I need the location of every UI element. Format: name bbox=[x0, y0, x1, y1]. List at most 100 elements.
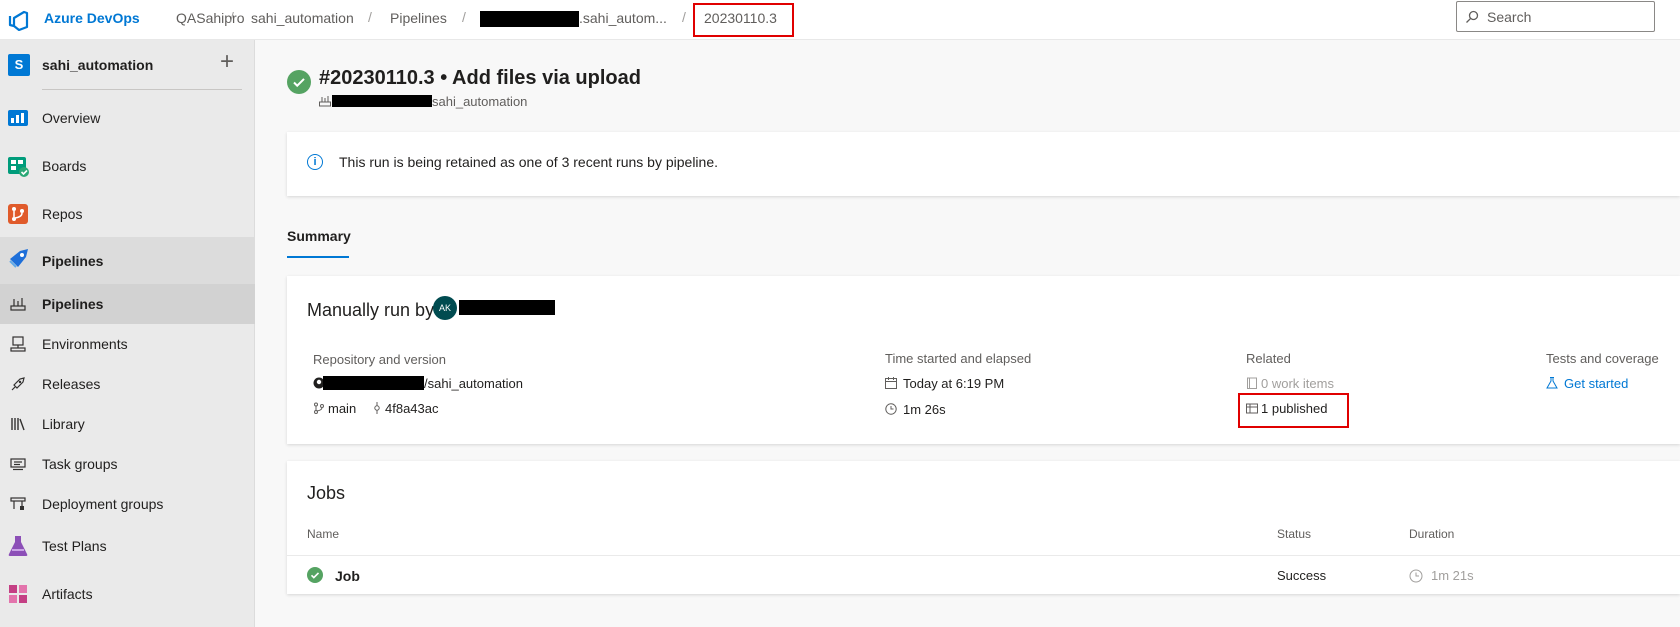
sidebar-item-pipelines[interactable]: Pipelines bbox=[0, 237, 255, 284]
environments-icon bbox=[10, 336, 26, 352]
brand-name[interactable]: Azure DevOps bbox=[44, 10, 140, 26]
breadcrumb-pipelines[interactable]: Pipelines bbox=[390, 10, 447, 26]
sidebar-item-releases[interactable]: Releases bbox=[0, 364, 255, 404]
repository-name[interactable]: /sahi_automation bbox=[424, 376, 523, 391]
breadcrumb-separator: / bbox=[368, 9, 372, 25]
related-header: Related bbox=[1246, 351, 1291, 366]
redacted-pipeline-name bbox=[332, 95, 432, 107]
manual-run-heading: Manually run by bbox=[307, 300, 435, 320]
run-title: #20230110.3 • Add files via upload bbox=[319, 67, 641, 89]
sidebar-item-artifacts[interactable]: Artifacts bbox=[0, 572, 255, 616]
deployment-groups-icon bbox=[10, 497, 26, 510]
sidebar-item-label: Test Plans bbox=[42, 538, 107, 554]
info-icon: i bbox=[307, 154, 323, 170]
test-flask-icon bbox=[1546, 377, 1558, 389]
sidebar-item-label: Pipelines bbox=[42, 296, 104, 312]
branch-name[interactable]: main bbox=[328, 401, 356, 416]
commit-hash[interactable]: 4f8a43ac bbox=[385, 401, 439, 416]
job-duration: 1m 21s bbox=[1431, 568, 1474, 583]
commit-icon bbox=[374, 402, 380, 414]
repos-icon bbox=[8, 204, 28, 224]
releases-icon bbox=[11, 377, 25, 391]
repository-header: Repository and version bbox=[313, 352, 446, 367]
elapsed-time: 1m 26s bbox=[903, 402, 946, 417]
boards-icon bbox=[8, 157, 29, 177]
project-name[interactable]: sahi_automation bbox=[42, 57, 153, 73]
column-header-status[interactable]: Status bbox=[1277, 527, 1311, 541]
redacted-pipeline-prefix bbox=[480, 11, 579, 27]
task-groups-icon bbox=[10, 458, 26, 471]
tests-header: Tests and coverage bbox=[1546, 351, 1659, 366]
library-icon bbox=[11, 418, 25, 431]
breadcrumb-organization[interactable]: QASahipro bbox=[176, 10, 244, 26]
sidebar-item-boards[interactable]: Boards bbox=[0, 144, 255, 188]
artifacts-icon bbox=[9, 585, 27, 603]
start-time: Today at 6:19 PM bbox=[903, 376, 1005, 391]
job-status: Success bbox=[1277, 568, 1327, 583]
search-placeholder: Search bbox=[1487, 9, 1532, 25]
clock-icon bbox=[885, 403, 897, 415]
sidebar-item-repos[interactable]: Repos bbox=[0, 192, 255, 236]
search-icon bbox=[1466, 10, 1479, 23]
breadcrumb-project[interactable]: sahi_automation bbox=[251, 10, 354, 26]
jobs-card: Jobs Name Status Duration Job Success 1m… bbox=[287, 461, 1680, 594]
test-plans-icon bbox=[8, 536, 28, 556]
run-success-icon bbox=[287, 70, 311, 94]
tab-summary[interactable]: Summary bbox=[287, 228, 351, 244]
sidebar-item-label: Library bbox=[42, 416, 85, 432]
job-success-icon bbox=[307, 567, 323, 583]
sidebar-item-test-plans[interactable]: Test Plans bbox=[0, 524, 255, 568]
search-input[interactable]: Search bbox=[1456, 1, 1655, 32]
sidebar-item-label: Boards bbox=[42, 158, 87, 174]
avatar[interactable]: AK bbox=[433, 296, 457, 320]
add-icon[interactable]: + bbox=[220, 50, 234, 74]
branch-icon bbox=[314, 402, 324, 414]
redacted-repo-owner bbox=[323, 376, 424, 390]
pipeline-icon bbox=[319, 96, 331, 107]
sidebar-item-library[interactable]: Library bbox=[0, 404, 255, 444]
highlight-box-breadcrumb bbox=[693, 3, 794, 37]
sidebar-item-label: Releases bbox=[42, 376, 101, 392]
summary-card: Manually run by AK Repository and versio… bbox=[287, 276, 1680, 444]
redacted-user-name bbox=[459, 300, 555, 315]
sidebar-item-label: Overview bbox=[42, 110, 101, 126]
breadcrumb-separator: / bbox=[682, 9, 686, 25]
top-bar: Azure DevOps QASahipro / sahi_automation… bbox=[0, 0, 1680, 40]
calendar-icon bbox=[885, 377, 897, 389]
job-name[interactable]: Job bbox=[335, 568, 360, 584]
clock-icon bbox=[1409, 569, 1423, 583]
overview-icon bbox=[8, 110, 28, 126]
pipeline-name[interactable]: sahi_automation bbox=[432, 94, 527, 109]
work-items-count[interactable]: 0 work items bbox=[1261, 376, 1334, 391]
retention-info-card: i This run is being retained as one of 3… bbox=[287, 132, 1680, 196]
sidebar-item-label: Environments bbox=[42, 336, 128, 352]
sidebar-item-label: Repos bbox=[42, 206, 83, 222]
pipelines-sub-icon bbox=[10, 298, 26, 311]
divider bbox=[42, 89, 242, 90]
sidebar: S sahi_automation + Overview Boards Repo… bbox=[0, 40, 255, 627]
sidebar-item-label: Task groups bbox=[42, 456, 118, 472]
pipelines-icon bbox=[8, 249, 28, 269]
jobs-heading: Jobs bbox=[307, 483, 346, 503]
project-avatar: S bbox=[8, 54, 30, 76]
sidebar-item-deployment-groups[interactable]: Deployment groups bbox=[0, 484, 255, 524]
breadcrumb-pipeline[interactable]: .sahi_autom... bbox=[579, 10, 667, 26]
sidebar-item-environments[interactable]: Environments bbox=[0, 324, 255, 364]
sidebar-item-label: Artifacts bbox=[42, 586, 93, 602]
tab-selected-indicator bbox=[287, 256, 349, 258]
get-started-link[interactable]: Get started bbox=[1564, 376, 1628, 391]
sidebar-item-pipelines-sub[interactable]: Pipelines bbox=[0, 284, 255, 324]
azure-devops-logo-icon[interactable] bbox=[8, 9, 30, 31]
breadcrumb-separator: / bbox=[230, 9, 234, 25]
column-header-name[interactable]: Name bbox=[307, 527, 339, 541]
column-header-duration[interactable]: Duration bbox=[1409, 527, 1454, 541]
work-items-icon bbox=[1247, 377, 1257, 389]
retention-message: This run is being retained as one of 3 r… bbox=[339, 154, 719, 170]
time-header: Time started and elapsed bbox=[885, 351, 1032, 366]
sidebar-item-task-groups[interactable]: Task groups bbox=[0, 444, 255, 484]
sidebar-item-label: Deployment groups bbox=[42, 496, 164, 512]
sidebar-item-label: Pipelines bbox=[42, 253, 104, 269]
sidebar-item-overview[interactable]: Overview bbox=[0, 96, 255, 140]
project-header[interactable]: S sahi_automation + bbox=[0, 40, 255, 88]
table-row[interactable]: Job Success 1m 21s bbox=[287, 556, 1680, 594]
